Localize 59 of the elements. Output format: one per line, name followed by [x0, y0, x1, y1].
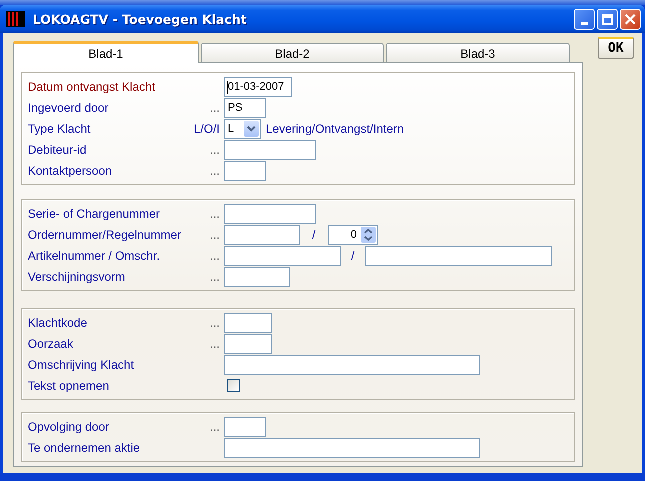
input-field[interactable]: PS [224, 98, 266, 118]
field-hint: ... [210, 100, 220, 114]
input-field[interactable] [224, 266, 290, 286]
field-hint: ... [210, 336, 220, 350]
spin-field[interactable]: 0 [328, 224, 378, 244]
minimize-icon [581, 22, 588, 24]
checkbox[interactable] [227, 379, 240, 392]
field-hint: ... [210, 248, 220, 262]
minimize-button[interactable] [574, 8, 595, 30]
field-hint: ... [210, 228, 220, 242]
input-field[interactable] [224, 140, 316, 160]
maximize-button[interactable] [597, 8, 618, 30]
field-hint: ... [210, 420, 220, 434]
separator: / [311, 228, 317, 242]
field-label: Type Klacht [28, 122, 92, 136]
field-hint: ... [210, 164, 220, 178]
window-title: LOKOAGTV - Toevoegen Klacht [33, 12, 248, 26]
dropdown[interactable]: L [224, 118, 261, 138]
input-field[interactable] [224, 246, 341, 266]
tab[interactable]: Blad-2 [201, 43, 384, 62]
input-field[interactable] [224, 160, 266, 180]
field-label: Kontaktpersoon [28, 164, 114, 178]
separator: / [350, 248, 356, 262]
field-hint: L/O/I [194, 122, 220, 136]
field-label: Te ondernemen aktie [28, 440, 142, 454]
tab[interactable]: Blad-1 [13, 41, 199, 63]
field-label: Verschijningsvorm [28, 270, 126, 284]
spin-arrows-icon[interactable] [361, 226, 376, 242]
input-field[interactable] [224, 312, 272, 332]
input-field[interactable] [365, 246, 552, 266]
input-field[interactable]: 01-03-2007 [224, 76, 292, 96]
field-label: Debiteur-id [28, 142, 88, 156]
field-hint: ... [210, 316, 220, 330]
field-label: Klachtkode [28, 316, 88, 330]
field-label: Omschrijving Klacht [28, 358, 136, 372]
field-hint: ... [210, 206, 220, 220]
chevron-down-icon [244, 120, 259, 136]
input-field[interactable] [224, 438, 480, 458]
field-label: Opvolging door [28, 420, 110, 434]
field-label: Datum ontvangst Klacht [28, 80, 156, 94]
field-hint: ... [210, 270, 220, 284]
app-icon [6, 11, 25, 27]
field-hint: ... [210, 142, 220, 156]
field-note: Levering/Ontvangst/Intern [266, 122, 404, 136]
maximize-icon [602, 14, 613, 24]
field-label: Oorzaak [28, 336, 74, 350]
field-label: Artikelnummer / Omschr. [28, 248, 162, 262]
input-field[interactable] [224, 204, 316, 224]
field-label: Ingevoerd door [28, 100, 110, 114]
ok-button[interactable]: OK [598, 37, 634, 59]
close-button[interactable] [620, 8, 641, 30]
tab[interactable]: Blad-3 [386, 43, 570, 62]
input-field[interactable] [224, 354, 480, 374]
field-label: Tekst opnemen [28, 378, 110, 392]
input-field[interactable] [224, 334, 272, 354]
input-field[interactable] [224, 224, 300, 244]
field-label: Serie- of Chargenummer [28, 206, 162, 220]
input-field[interactable] [224, 416, 266, 436]
close-icon [625, 14, 636, 24]
